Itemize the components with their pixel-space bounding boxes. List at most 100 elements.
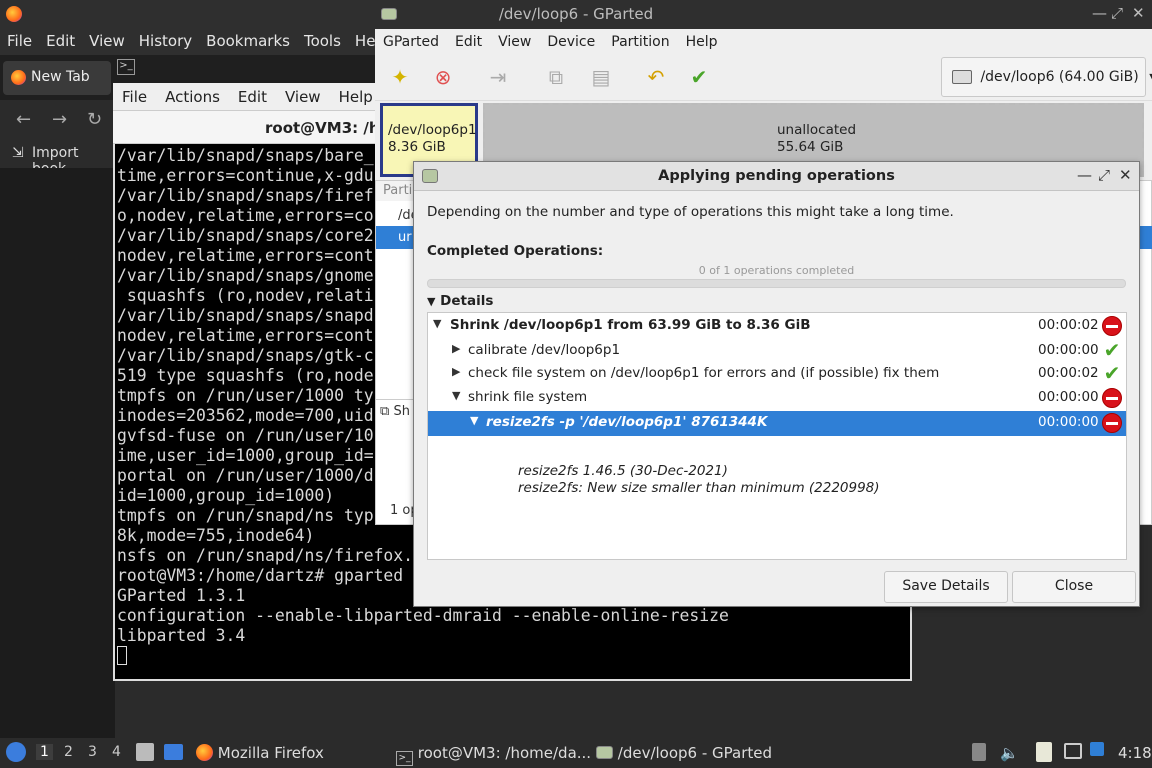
maximize-icon[interactable]: ⤢ <box>1111 4 1123 22</box>
command-output: resize2fs 1.46.5 (30-Dec-2021) resize2fs… <box>518 463 880 497</box>
network-icon[interactable] <box>1064 743 1082 759</box>
workspace-4[interactable]: 4 <box>112 744 121 760</box>
unallocated-size: 55.64 GiB <box>777 139 844 155</box>
gp-menu-gparted[interactable]: GParted <box>375 29 447 55</box>
clipboard-icon[interactable] <box>1036 742 1052 762</box>
ff-menu-history[interactable]: History <box>132 29 199 55</box>
operation-row-check[interactable]: ▶ check file system on /dev/loop6p1 for … <box>428 362 1126 386</box>
operation-row-calibrate[interactable]: ▶ calibrate /dev/loop6p1 00:00:00 ✔ <box>428 339 1126 363</box>
pending-operation-label: Sh <box>393 404 410 419</box>
error-icon <box>1102 413 1122 433</box>
new-partition-icon[interactable]: ✦ <box>387 64 413 90</box>
term-menu-actions[interactable]: Actions <box>156 83 229 110</box>
expand-right-icon[interactable]: ▶ <box>452 365 460 378</box>
undo-icon[interactable]: ↶ <box>643 64 669 90</box>
operation-time: 00:00:00 <box>1038 414 1099 430</box>
operation-label: resize2fs -p '/dev/loop6p1' 8761344K <box>486 414 768 430</box>
details-expander[interactable]: ▼ Details <box>427 293 493 309</box>
gp-menu-partition[interactable]: Partition <box>603 29 677 55</box>
volume-icon[interactable]: 🔈 <box>1000 744 1019 762</box>
task-terminal[interactable]: >_ root@VM3: /home/da... <box>396 744 591 766</box>
term-menu-view[interactable]: View <box>276 83 330 110</box>
dialog-maximize-icon[interactable]: ⤢ <box>1098 166 1110 184</box>
ff-menu-file[interactable]: File <box>0 29 39 55</box>
workspace-3[interactable]: 3 <box>88 744 97 760</box>
firefox-navbar: ← → ↻ <box>0 100 115 140</box>
ff-menu-edit[interactable]: Edit <box>39 29 82 55</box>
pending-operation-icon: ⧉ <box>380 404 390 419</box>
resize-move-icon[interactable]: ⇥ <box>485 64 511 90</box>
progress-bar <box>427 279 1126 288</box>
operation-time: 00:00:00 <box>1038 342 1099 358</box>
dialog-description: Depending on the number and type of oper… <box>427 204 954 220</box>
operation-time: 00:00:02 <box>1038 365 1099 381</box>
ff-menu-tools[interactable]: Tools <box>297 29 348 55</box>
expand-down-icon[interactable]: ▼ <box>452 389 460 402</box>
minimize-icon[interactable]: — <box>1092 4 1107 22</box>
output-line: resize2fs: New size smaller than minimum… <box>518 480 880 496</box>
dialog-close-icon[interactable]: ✕ <box>1119 166 1132 184</box>
term-menu-file[interactable]: File <box>113 83 156 110</box>
terminal-line: libparted 3.4 <box>117 626 246 645</box>
task-firefox-label: Mozilla Firefox <box>217 744 324 762</box>
operation-row-resize2fs[interactable]: ▼ resize2fs -p '/dev/loop6p1' 8761344K 0… <box>428 411 1126 436</box>
notification-icon[interactable] <box>1090 742 1104 756</box>
error-icon <box>1102 316 1122 336</box>
desktop-icon[interactable] <box>164 744 183 760</box>
delete-partition-icon[interactable]: ⊗ <box>430 64 456 90</box>
operation-row-shrink[interactable]: ▼ Shrink /dev/loop6p1 from 63.99 GiB to … <box>428 314 1126 338</box>
operation-row-shrink-fs[interactable]: ▼ shrink file system 00:00:00 <box>428 386 1126 410</box>
gp-menu-edit[interactable]: Edit <box>447 29 490 55</box>
workspace-2[interactable]: 2 <box>64 744 73 760</box>
file-manager-icon[interactable] <box>136 743 154 761</box>
gp-menu-view[interactable]: View <box>490 29 539 55</box>
gparted-dialog-icon <box>422 169 438 183</box>
ff-menu-view[interactable]: View <box>82 29 132 55</box>
ff-menu-bookmarks[interactable]: Bookmarks <box>199 29 297 55</box>
gp-menu-device[interactable]: Device <box>539 29 603 55</box>
device-selector[interactable]: /dev/loop6 (64.00 GiB) ▾ <box>941 57 1152 97</box>
firefox-content <box>0 168 115 738</box>
task-gparted-label: /dev/loop6 - GParted <box>617 744 773 762</box>
partition-p1-name: /dev/loop6p1 <box>388 122 477 138</box>
pending-operations-item[interactable]: ⧉ Sh <box>376 399 416 421</box>
partition-row-2[interactable]: ur <box>376 226 416 249</box>
expand-right-icon[interactable]: ▶ <box>452 342 460 355</box>
back-icon[interactable]: ← <box>16 109 31 130</box>
device-selector-label: /dev/loop6 (64.00 GiB) <box>980 69 1139 85</box>
usb-icon[interactable] <box>972 743 986 761</box>
task-terminal-label: root@VM3: /home/da... <box>417 744 592 762</box>
task-gparted[interactable]: /dev/loop6 - GParted <box>596 744 772 762</box>
gp-menu-help[interactable]: Help <box>678 29 726 55</box>
start-menu-icon[interactable] <box>6 742 26 762</box>
expand-down-icon[interactable]: ▼ <box>433 317 441 330</box>
copy-icon[interactable]: ⧉ <box>543 64 569 90</box>
partition-column-header[interactable]: Parti <box>376 181 416 201</box>
save-details-button[interactable]: Save Details <box>884 571 1008 603</box>
clock[interactable]: 4:18 <box>1118 744 1152 762</box>
close-button[interactable]: Close <box>1012 571 1136 603</box>
workspace-1[interactable]: 1 <box>36 744 53 760</box>
firefox-menubar: File Edit View History Bookmarks Tools H… <box>0 29 389 55</box>
task-firefox[interactable]: Mozilla Firefox <box>196 744 324 762</box>
firefox-tab[interactable]: New Tab <box>3 61 111 95</box>
dialog-minimize-icon[interactable]: — <box>1077 166 1092 184</box>
details-chevron-icon: ▼ <box>427 295 436 308</box>
paste-icon[interactable]: ▤ <box>588 64 614 90</box>
forward-icon[interactable]: → <box>52 109 67 130</box>
term-menu-edit[interactable]: Edit <box>229 83 276 110</box>
term-menu-help[interactable]: Help <box>330 83 382 110</box>
firefox-tab-label: New Tab <box>31 69 90 85</box>
terminal-menubar: File Actions Edit View Help <box>113 83 375 111</box>
top-titlebar: /dev/loop6 - GParted — ⤢ ✕ <box>0 0 1152 29</box>
success-check-icon: ✔ <box>1103 361 1121 385</box>
close-icon[interactable]: ✕ <box>1132 4 1145 22</box>
terminal-tabstrip: >_ <box>113 55 375 81</box>
dialog-title: Applying pending operations <box>658 168 895 184</box>
firefox-icon <box>11 70 26 85</box>
reload-icon[interactable]: ↻ <box>87 109 102 130</box>
operations-tree: ▼ Shrink /dev/loop6p1 from 63.99 GiB to … <box>427 312 1127 560</box>
details-label: Details <box>440 293 494 309</box>
expand-down-icon[interactable]: ▼ <box>470 414 478 427</box>
apply-icon[interactable]: ✔ <box>686 64 712 90</box>
